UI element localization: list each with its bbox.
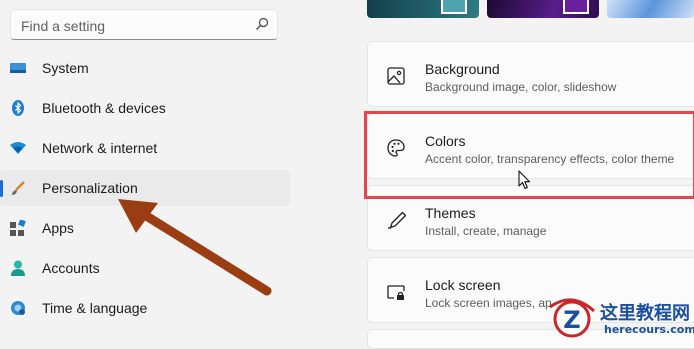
- apps-icon: [10, 220, 26, 236]
- annotation-arrow: [118, 199, 272, 296]
- card-subtitle: Background image, color, slideshow: [425, 80, 617, 94]
- lock-screen-icon: [386, 282, 406, 302]
- card-subtitle: Lock screen images, ap: [425, 296, 552, 310]
- sidebar-item-label: System: [42, 60, 89, 76]
- sidebar-item-system[interactable]: System: [0, 50, 290, 86]
- background-card[interactable]: Background Background image, color, slid…: [367, 41, 694, 107]
- sidebar-item-network[interactable]: Network & internet: [0, 130, 290, 166]
- system-icon: [10, 60, 26, 76]
- bluetooth-icon: [10, 100, 26, 116]
- image-icon: [386, 66, 406, 86]
- watermark-title: 这里教程网: [600, 303, 690, 324]
- svg-text:Z: Z: [563, 306, 580, 334]
- wifi-icon: [10, 140, 26, 156]
- sidebar-item-label: Personalization: [42, 180, 138, 196]
- sidebar-item-label: Time & language: [42, 300, 148, 316]
- sidebar-item-label: Network & internet: [42, 140, 158, 156]
- card-subtitle: Accent color, transparency effects, colo…: [425, 152, 675, 166]
- sidebar-item-label: Bluetooth & devices: [42, 100, 166, 116]
- watermark: Z 这里教程网 herecours.com: [548, 297, 694, 339]
- watermark-url: herecours.com: [604, 323, 694, 336]
- sidebar-item-label: Apps: [42, 220, 74, 236]
- card-subtitle: Install, create, manage: [425, 224, 547, 238]
- search-icon[interactable]: [254, 16, 270, 32]
- theme-thumbnail[interactable]: [367, 0, 479, 18]
- watermark-logo-icon: Z: [549, 298, 596, 338]
- card-title: Background: [425, 61, 500, 77]
- card-title: Lock screen: [425, 277, 501, 293]
- palette-icon: [386, 138, 406, 158]
- sidebar-item-label: Accounts: [42, 260, 100, 276]
- search-input[interactable]: [11, 10, 263, 41]
- card-title: Colors: [425, 133, 466, 149]
- globe-icon: [10, 300, 26, 316]
- themes-card[interactable]: Themes Install, create, manage: [367, 185, 694, 251]
- person-icon: [10, 260, 26, 276]
- pen-icon: [386, 210, 406, 230]
- sidebar-item-bluetooth[interactable]: Bluetooth & devices: [0, 90, 290, 126]
- selection-indicator: [0, 180, 3, 197]
- card-title: Themes: [425, 205, 476, 221]
- theme-thumbnail[interactable]: [607, 0, 694, 18]
- theme-thumbnail[interactable]: [487, 0, 599, 18]
- mouse-cursor-icon: [518, 170, 531, 190]
- brush-icon: [10, 180, 26, 196]
- search-box[interactable]: [10, 9, 278, 41]
